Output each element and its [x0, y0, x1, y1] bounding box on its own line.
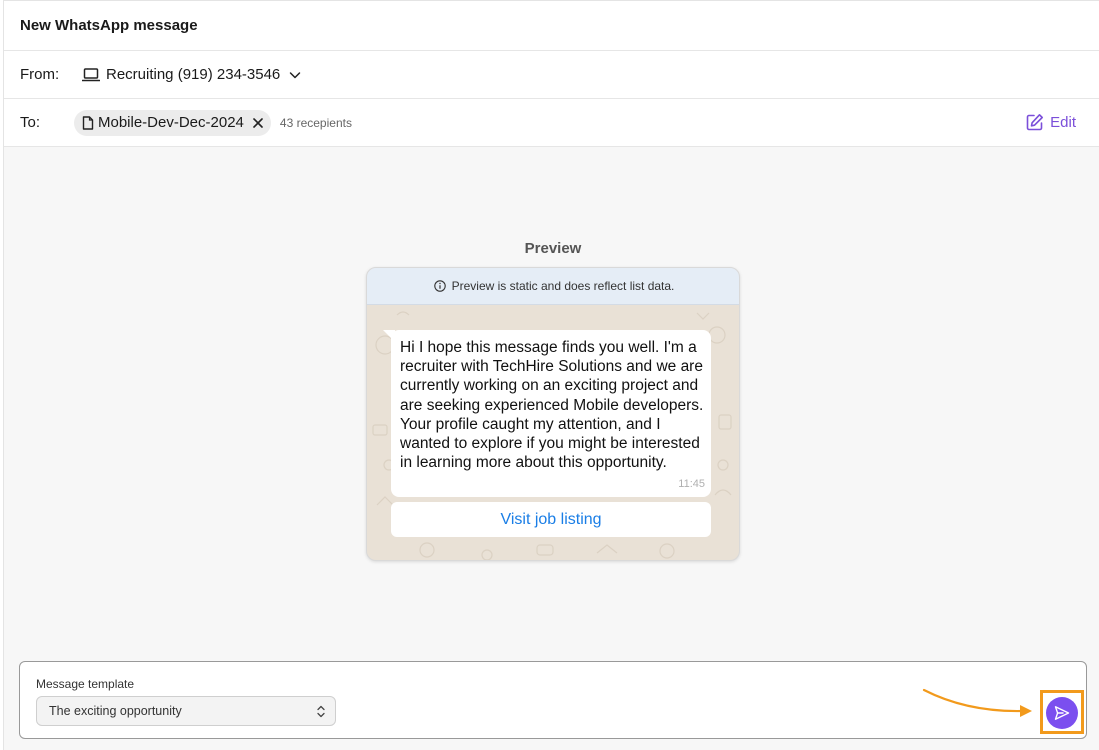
- close-icon[interactable]: [253, 117, 263, 128]
- header-bar: New WhatsApp message: [4, 1, 1099, 51]
- message-bubble: Hi I hope this message finds you well. I…: [383, 330, 711, 497]
- send-button[interactable]: [1046, 697, 1078, 729]
- message-preview-card: Preview is static and does reflect list …: [366, 267, 740, 561]
- preview-notice-text: Preview is static and does reflect list …: [451, 279, 675, 293]
- from-sender-dropdown[interactable]: Recruiting (919) 234-3546: [82, 66, 301, 83]
- laptop-icon: [82, 67, 100, 81]
- message-template-select[interactable]: The exciting opportunity: [36, 696, 336, 726]
- from-label: From:: [20, 66, 60, 83]
- from-row: From: Recruiting (919) 234-3546: [4, 51, 1099, 99]
- send-icon: [1054, 706, 1070, 720]
- message-timestamp: 11:45: [678, 477, 705, 490]
- visit-job-listing-button[interactable]: Visit job listing: [391, 502, 711, 537]
- recipient-list-chip[interactable]: Mobile-Dev-Dec-2024: [74, 109, 271, 136]
- message-text: Hi I hope this message finds you well. I…: [400, 339, 704, 472]
- edit-icon: [1026, 114, 1044, 131]
- template-label: Message template: [36, 677, 135, 691]
- bubble-tail: [383, 330, 395, 342]
- chevron-down-icon: [290, 71, 301, 78]
- recipient-list-name: Mobile-Dev-Dec-2024: [98, 114, 244, 131]
- page-title: New WhatsApp message: [20, 17, 198, 34]
- from-sender-value: Recruiting (919) 234-3546: [106, 66, 281, 83]
- preview-heading: Preview: [524, 240, 582, 257]
- info-icon: [433, 280, 446, 292]
- document-icon: [82, 115, 94, 130]
- template-select-value: The exciting opportunity: [49, 704, 182, 718]
- edit-label: Edit: [1050, 113, 1076, 131]
- edit-button[interactable]: Edit: [1026, 113, 1076, 131]
- annotation-arrow: [922, 688, 1032, 717]
- up-down-chevron-icon: [317, 705, 325, 718]
- recipient-count: 43 recepients: [279, 115, 352, 130]
- preview-notice: Preview is static and does reflect list …: [367, 268, 739, 305]
- to-label: To:: [20, 114, 41, 131]
- cta-label: Visit job listing: [500, 510, 602, 528]
- to-row: To: Mobile-Dev-Dec-2024 43 recepients Ed…: [4, 99, 1099, 147]
